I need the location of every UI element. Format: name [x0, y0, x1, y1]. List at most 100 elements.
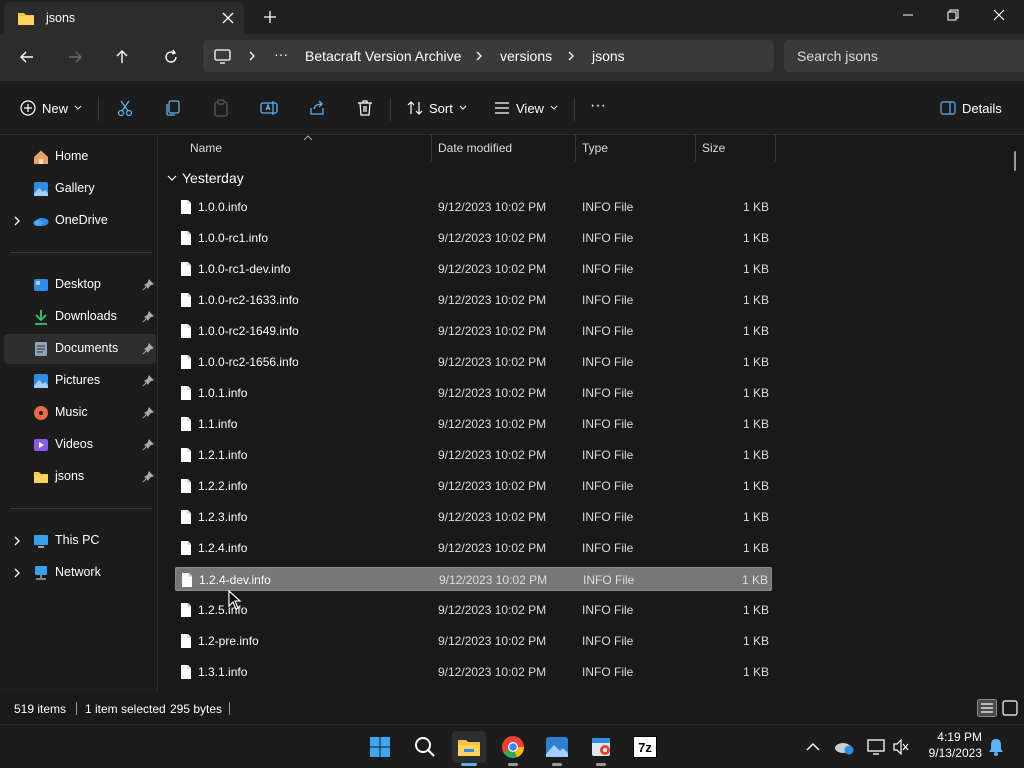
pin-icon[interactable] — [142, 279, 154, 291]
file-type: INFO File — [582, 665, 634, 679]
sidebar-item-gallery[interactable]: Gallery — [4, 174, 156, 204]
file-size: 1 KB — [742, 479, 769, 493]
show-hidden-icons-button[interactable] — [803, 737, 823, 757]
pin-icon[interactable] — [142, 343, 154, 355]
sidebar-item-pictures[interactable]: Pictures — [4, 366, 156, 396]
sidebar-item-home[interactable]: Home — [4, 142, 156, 172]
close-button[interactable] — [976, 0, 1022, 30]
file-row[interactable]: 1.0.0-rc2-1633.info 9/12/2023 10:02 PM INF… — [175, 288, 772, 312]
breadcrumb-overflow[interactable]: ··· — [274, 46, 288, 62]
scrollbar-thumb[interactable] — [1014, 151, 1016, 171]
file-row[interactable]: 1.3.1.info 9/12/2023 10:02 PM INFO File 1 K… — [175, 660, 772, 684]
clock[interactable]: 4:19 PM 9/13/2023 — [918, 729, 982, 761]
file-row[interactable]: 1.2.5.info 9/12/2023 10:02 PM INFO File 1 K… — [175, 598, 772, 622]
chevron-right-icon[interactable] — [12, 215, 22, 227]
item-count: 519 items — [14, 702, 67, 716]
file-row[interactable]: 1.0.0-rc2-1656.info 9/12/2023 10:02 PM INF… — [175, 350, 772, 374]
file-type: INFO File — [582, 200, 634, 214]
start-button[interactable] — [363, 731, 397, 763]
sidebar-item-this-pc[interactable]: This PC — [4, 526, 156, 556]
chrome-icon — [502, 736, 525, 759]
search-input[interactable]: Search jsons — [784, 40, 1024, 72]
file-type: INFO File — [582, 324, 634, 338]
maximize-button[interactable] — [930, 0, 976, 30]
pin-icon[interactable] — [142, 439, 154, 451]
sidebar-item-downloads[interactable]: Downloads — [4, 302, 156, 332]
onedrive-tray[interactable] — [834, 737, 854, 757]
sidebar-item-onedrive[interactable]: OneDrive — [4, 206, 156, 236]
file-row[interactable]: 1.0.0-rc2-1649.info 9/12/2023 10:02 PM INF… — [175, 319, 772, 343]
details-view-icon[interactable] — [977, 699, 997, 717]
sidebar-item-music[interactable]: Music — [4, 398, 156, 428]
breadcrumb-jsons[interactable]: jsons — [592, 48, 625, 64]
file-explorer-taskbar-button[interactable] — [452, 731, 486, 766]
sort-button[interactable]: Sort — [407, 97, 467, 119]
file-row[interactable]: 1.1.info 9/12/2023 10:02 PM INFO File 1 KB — [175, 412, 772, 436]
file-row[interactable]: 1.0.0-rc1-dev.info 9/12/2023 10:02 PM INFO… — [175, 257, 772, 281]
delete-button[interactable] — [356, 97, 374, 119]
view-button[interactable]: View — [494, 97, 558, 119]
volume-tray[interactable] — [891, 737, 911, 757]
minimize-button[interactable] — [885, 0, 931, 30]
display-tray[interactable] — [866, 737, 886, 757]
pin-icon[interactable] — [142, 311, 154, 323]
chevron-right-icon[interactable] — [565, 50, 577, 62]
breadcrumb-versions[interactable]: versions — [500, 48, 552, 64]
up-button[interactable] — [111, 46, 133, 68]
column-header-size[interactable]: Size — [695, 135, 775, 161]
sidebar-item-desktop[interactable]: Desktop — [4, 270, 156, 300]
photos-taskbar-button[interactable] — [540, 731, 574, 766]
pin-icon[interactable] — [142, 471, 154, 483]
forward-button[interactable] — [64, 46, 86, 68]
chrome-taskbar-button[interactable] — [496, 731, 530, 766]
file-row[interactable]: 1.2.1.info 9/12/2023 10:02 PM INFO File 1 K… — [175, 443, 772, 467]
copy-button[interactable] — [164, 97, 182, 119]
column-divider[interactable] — [775, 135, 776, 161]
arrow-right-icon — [69, 51, 82, 63]
tiles-view-icon[interactable] — [1001, 699, 1019, 717]
column-header-date[interactable]: Date modified — [431, 135, 575, 161]
new-tab-icon[interactable] — [260, 8, 280, 26]
share-button[interactable] — [308, 97, 326, 119]
group-header-yesterday[interactable]: Yesterday — [167, 170, 244, 186]
file-row[interactable]: 1.0.1.info 9/12/2023 10:02 PM INFO File 1 K… — [175, 381, 772, 405]
pin-icon[interactable] — [142, 375, 154, 387]
refresh-button[interactable] — [160, 46, 182, 68]
address-bar[interactable]: ··· Betacraft Version Archive versions j… — [203, 40, 774, 72]
details-button[interactable]: Details — [940, 97, 1002, 119]
chevron-right-icon[interactable] — [246, 50, 258, 62]
chevron-right-icon[interactable] — [473, 50, 485, 62]
chevron-right-icon[interactable] — [12, 567, 22, 579]
file-row[interactable]: 1.2.4-dev.info 9/12/2023 10:02 PM INFO Fil… — [175, 567, 772, 591]
file-size: 1 KB — [742, 262, 769, 276]
pin-icon[interactable] — [142, 407, 154, 419]
rename-button[interactable] — [260, 97, 278, 119]
notifications-button[interactable] — [986, 737, 1006, 757]
search-taskbar-button[interactable] — [408, 731, 442, 763]
file-row[interactable]: 1.2.2.info 9/12/2023 10:02 PM INFO File 1 K… — [175, 474, 772, 498]
monitor-icon[interactable] — [214, 48, 231, 64]
cut-button[interactable] — [116, 97, 134, 119]
7zip-taskbar-button[interactable]: 7z — [628, 731, 662, 763]
tool-taskbar-button[interactable] — [584, 731, 618, 766]
sidebar-item-network[interactable]: Network — [4, 558, 156, 588]
tab-jsons[interactable]: jsons — [4, 2, 244, 34]
file-row[interactable]: 1.2.3.info 9/12/2023 10:02 PM INFO File 1 K… — [175, 505, 772, 529]
back-button[interactable] — [16, 46, 38, 68]
file-size: 1 KB — [742, 603, 769, 617]
new-button[interactable]: New — [20, 97, 82, 119]
sidebar-item-documents[interactable]: Documents — [4, 334, 156, 364]
file-row[interactable]: 1.2.4.info 9/12/2023 10:02 PM INFO File 1 K… — [175, 536, 772, 560]
file-row[interactable]: 1.2-pre.info 9/12/2023 10:02 PM INFO File 1… — [175, 629, 772, 653]
sidebar-item-videos[interactable]: Videos — [4, 430, 156, 460]
column-header-name[interactable]: Name — [183, 135, 432, 161]
close-tab-icon[interactable] — [220, 10, 236, 26]
chevron-right-icon[interactable] — [12, 535, 22, 547]
breadcrumb-betacraft[interactable]: Betacraft Version Archive — [305, 48, 461, 64]
see-more-button[interactable]: ··· — [590, 95, 606, 117]
file-row[interactable]: 1.0.0-rc1.info 9/12/2023 10:02 PM INFO Fil… — [175, 226, 772, 250]
column-header-type[interactable]: Type — [575, 135, 695, 161]
file-row[interactable]: 1.0.0.info 9/12/2023 10:02 PM INFO File 1 K… — [175, 195, 772, 219]
sidebar-item-jsons[interactable]: jsons — [4, 462, 156, 492]
paste-button[interactable] — [212, 97, 230, 119]
